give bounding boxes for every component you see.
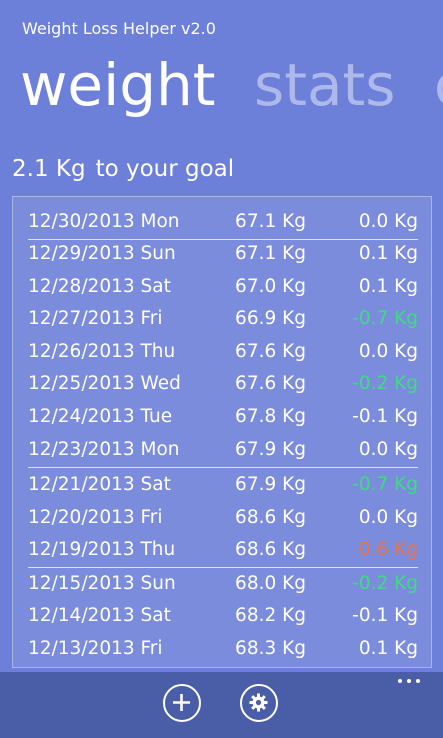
entry-date: 12/24/2013 Tue (28, 406, 173, 427)
settings-button[interactable] (240, 684, 278, 722)
entry-row[interactable]: 12/27/2013 Fri 66.9 Kg -0.7 Kg (28, 305, 418, 333)
entry-date: 12/23/2013 Mon (28, 439, 180, 460)
entry-change: 0.1 Kg (358, 638, 418, 659)
entry-weight: 67.9 Kg (235, 474, 306, 495)
ellipsis-icon[interactable] (397, 678, 421, 684)
app-bar (0, 672, 443, 738)
pivot-item-charts[interactable]: ch (434, 51, 443, 119)
entry-weight: 68.0 Kg (235, 573, 306, 594)
entry-date: 12/28/2013 Sat (28, 276, 171, 297)
entry-date: 12/13/2013 Fri (28, 638, 163, 659)
entry-change: 0.0 Kg (358, 211, 418, 232)
entry-change: 0.6 Kg (358, 539, 418, 560)
entry-weight: 67.8 Kg (235, 406, 306, 427)
entry-row[interactable]: 12/13/2013 Fri 68.3 Kg 0.1 Kg (28, 635, 418, 663)
entry-weight: 67.6 Kg (235, 341, 306, 362)
entry-row[interactable]: 12/29/2013 Sun 67.1 Kg 0.1 Kg (28, 240, 418, 268)
entry-row[interactable]: 12/25/2013 Wed 67.6 Kg -0.2 Kg (28, 370, 418, 398)
add-button[interactable] (163, 684, 201, 722)
entry-date: 12/15/2013 Sun (28, 573, 176, 594)
entry-row[interactable]: 12/30/2013 Mon 67.1 Kg 0.0 Kg (28, 208, 418, 240)
entry-weight: 67.9 Kg (235, 439, 306, 460)
entry-row[interactable]: 12/19/2013 Thu 68.6 Kg 0.6 Kg (28, 536, 418, 568)
entry-row[interactable]: 12/15/2013 Sun 68.0 Kg -0.2 Kg (28, 570, 418, 598)
entry-weight: 67.1 Kg (235, 211, 306, 232)
weight-entry-list[interactable]: 12/30/2013 Mon 67.1 Kg 0.0 Kg 12/29/2013… (12, 196, 432, 668)
entry-change: 0.0 Kg (358, 341, 418, 362)
pivot-item-weight[interactable]: weight (20, 51, 216, 119)
entry-date: 12/30/2013 Mon (28, 211, 180, 232)
entry-change: -0.2 Kg (352, 573, 418, 594)
entry-weight: 68.6 Kg (235, 539, 306, 560)
entry-change: -0.7 Kg (352, 474, 418, 495)
entry-date: 12/19/2013 Thu (28, 539, 176, 560)
entry-row[interactable]: 12/24/2013 Tue 67.8 Kg -0.1 Kg (28, 403, 418, 431)
pivot-item-stats[interactable]: stats (254, 51, 395, 119)
entry-change: -0.7 Kg (352, 308, 418, 329)
entry-weight: 68.2 Kg (235, 605, 306, 626)
entry-date: 12/20/2013 Fri (28, 507, 163, 528)
entry-change: 0.0 Kg (358, 507, 418, 528)
entry-date: 12/27/2013 Fri (28, 308, 163, 329)
entry-change: -0.2 Kg (352, 373, 418, 394)
entry-weight: 68.3 Kg (235, 638, 306, 659)
entry-date: 12/26/2013 Thu (28, 341, 176, 362)
entry-change: 0.1 Kg (358, 243, 418, 264)
goal-text: to your goal (95, 156, 235, 182)
app-title: Weight Loss Helper v2.0 (22, 19, 216, 38)
entry-change: -0.1 Kg (352, 406, 418, 427)
entry-row[interactable]: 12/28/2013 Sat 67.0 Kg 0.1 Kg (28, 273, 418, 301)
entry-date: 12/29/2013 Sun (28, 243, 176, 264)
entry-date: 12/14/2013 Sat (28, 605, 171, 626)
gear-icon (249, 693, 268, 712)
plus-icon (173, 694, 190, 711)
goal-amount: 2.1 Kg (12, 156, 86, 182)
entry-row[interactable]: 12/21/2013 Sat 67.9 Kg -0.7 Kg (28, 471, 418, 499)
entry-date: 12/21/2013 Sat (28, 474, 171, 495)
entry-row[interactable]: 12/14/2013 Sat 68.2 Kg -0.1 Kg (28, 602, 418, 630)
entry-weight: 67.1 Kg (235, 243, 306, 264)
goal-summary: 2.1 Kg to your goal (12, 156, 234, 182)
entry-weight: 68.6 Kg (235, 507, 306, 528)
entry-weight: 67.6 Kg (235, 373, 306, 394)
entry-weight: 66.9 Kg (235, 308, 306, 329)
entry-row[interactable]: 12/26/2013 Thu 67.6 Kg 0.0 Kg (28, 338, 418, 366)
entry-row[interactable]: 12/23/2013 Mon 67.9 Kg 0.0 Kg (28, 436, 418, 468)
entry-change: 0.0 Kg (358, 439, 418, 460)
entry-change: 0.1 Kg (358, 276, 418, 297)
pivot-header: weight stats ch (20, 50, 443, 120)
entry-date: 12/25/2013 Wed (28, 373, 181, 394)
entry-change: -0.1 Kg (352, 605, 418, 626)
entry-row[interactable]: 12/20/2013 Fri 68.6 Kg 0.0 Kg (28, 504, 418, 532)
entry-weight: 67.0 Kg (235, 276, 306, 297)
